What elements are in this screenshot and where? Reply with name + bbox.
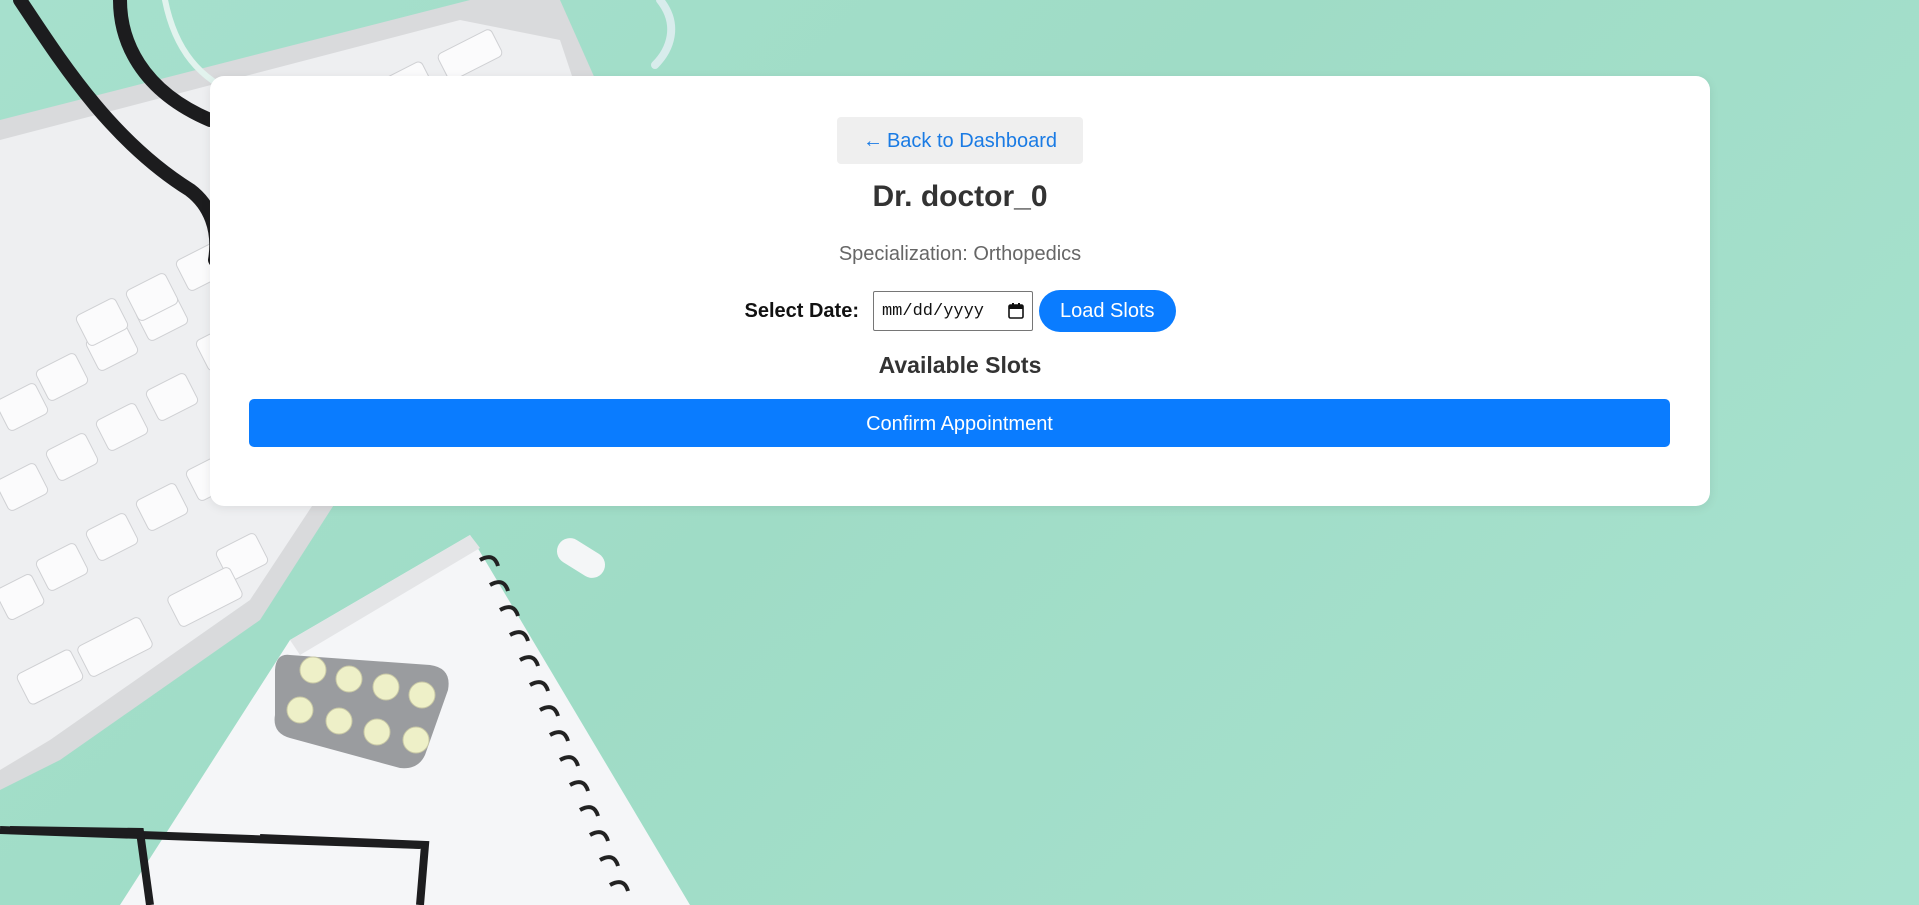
doctor-booking-card: ← Back to Dashboard Dr. doctor_0 Speciali… xyxy=(210,76,1710,506)
doctor-name: Dr. doctor_0 xyxy=(872,180,1048,213)
capsule-illustration xyxy=(556,538,606,578)
back-to-dashboard-label: Back to Dashboard xyxy=(886,130,1058,152)
notepad-illustration xyxy=(120,535,690,905)
back-arrow-icon: ← xyxy=(862,130,883,152)
glasses-illustration xyxy=(0,826,430,905)
date-input[interactable]: mm/dd/yyyy xyxy=(872,291,1033,331)
confirm-appointment-button[interactable]: Confirm Appointment xyxy=(249,399,1670,447)
back-to-dashboard-button[interactable]: ← Back to Dashboard xyxy=(837,117,1083,164)
pill-blister-illustration xyxy=(274,654,449,769)
date-selection-row: Select Date: mm/dd/yyyy Load Slots xyxy=(210,290,1710,332)
date-input-placeholder: mm/dd/yyyy xyxy=(881,301,985,321)
select-date-label: Select Date: xyxy=(744,299,859,322)
load-slots-button[interactable]: Load Slots xyxy=(1038,290,1176,332)
available-slots-heading: Available Slots xyxy=(878,352,1042,378)
calendar-icon[interactable] xyxy=(1008,303,1024,319)
doctor-specialization: Specialization: Orthopedics xyxy=(838,243,1082,265)
